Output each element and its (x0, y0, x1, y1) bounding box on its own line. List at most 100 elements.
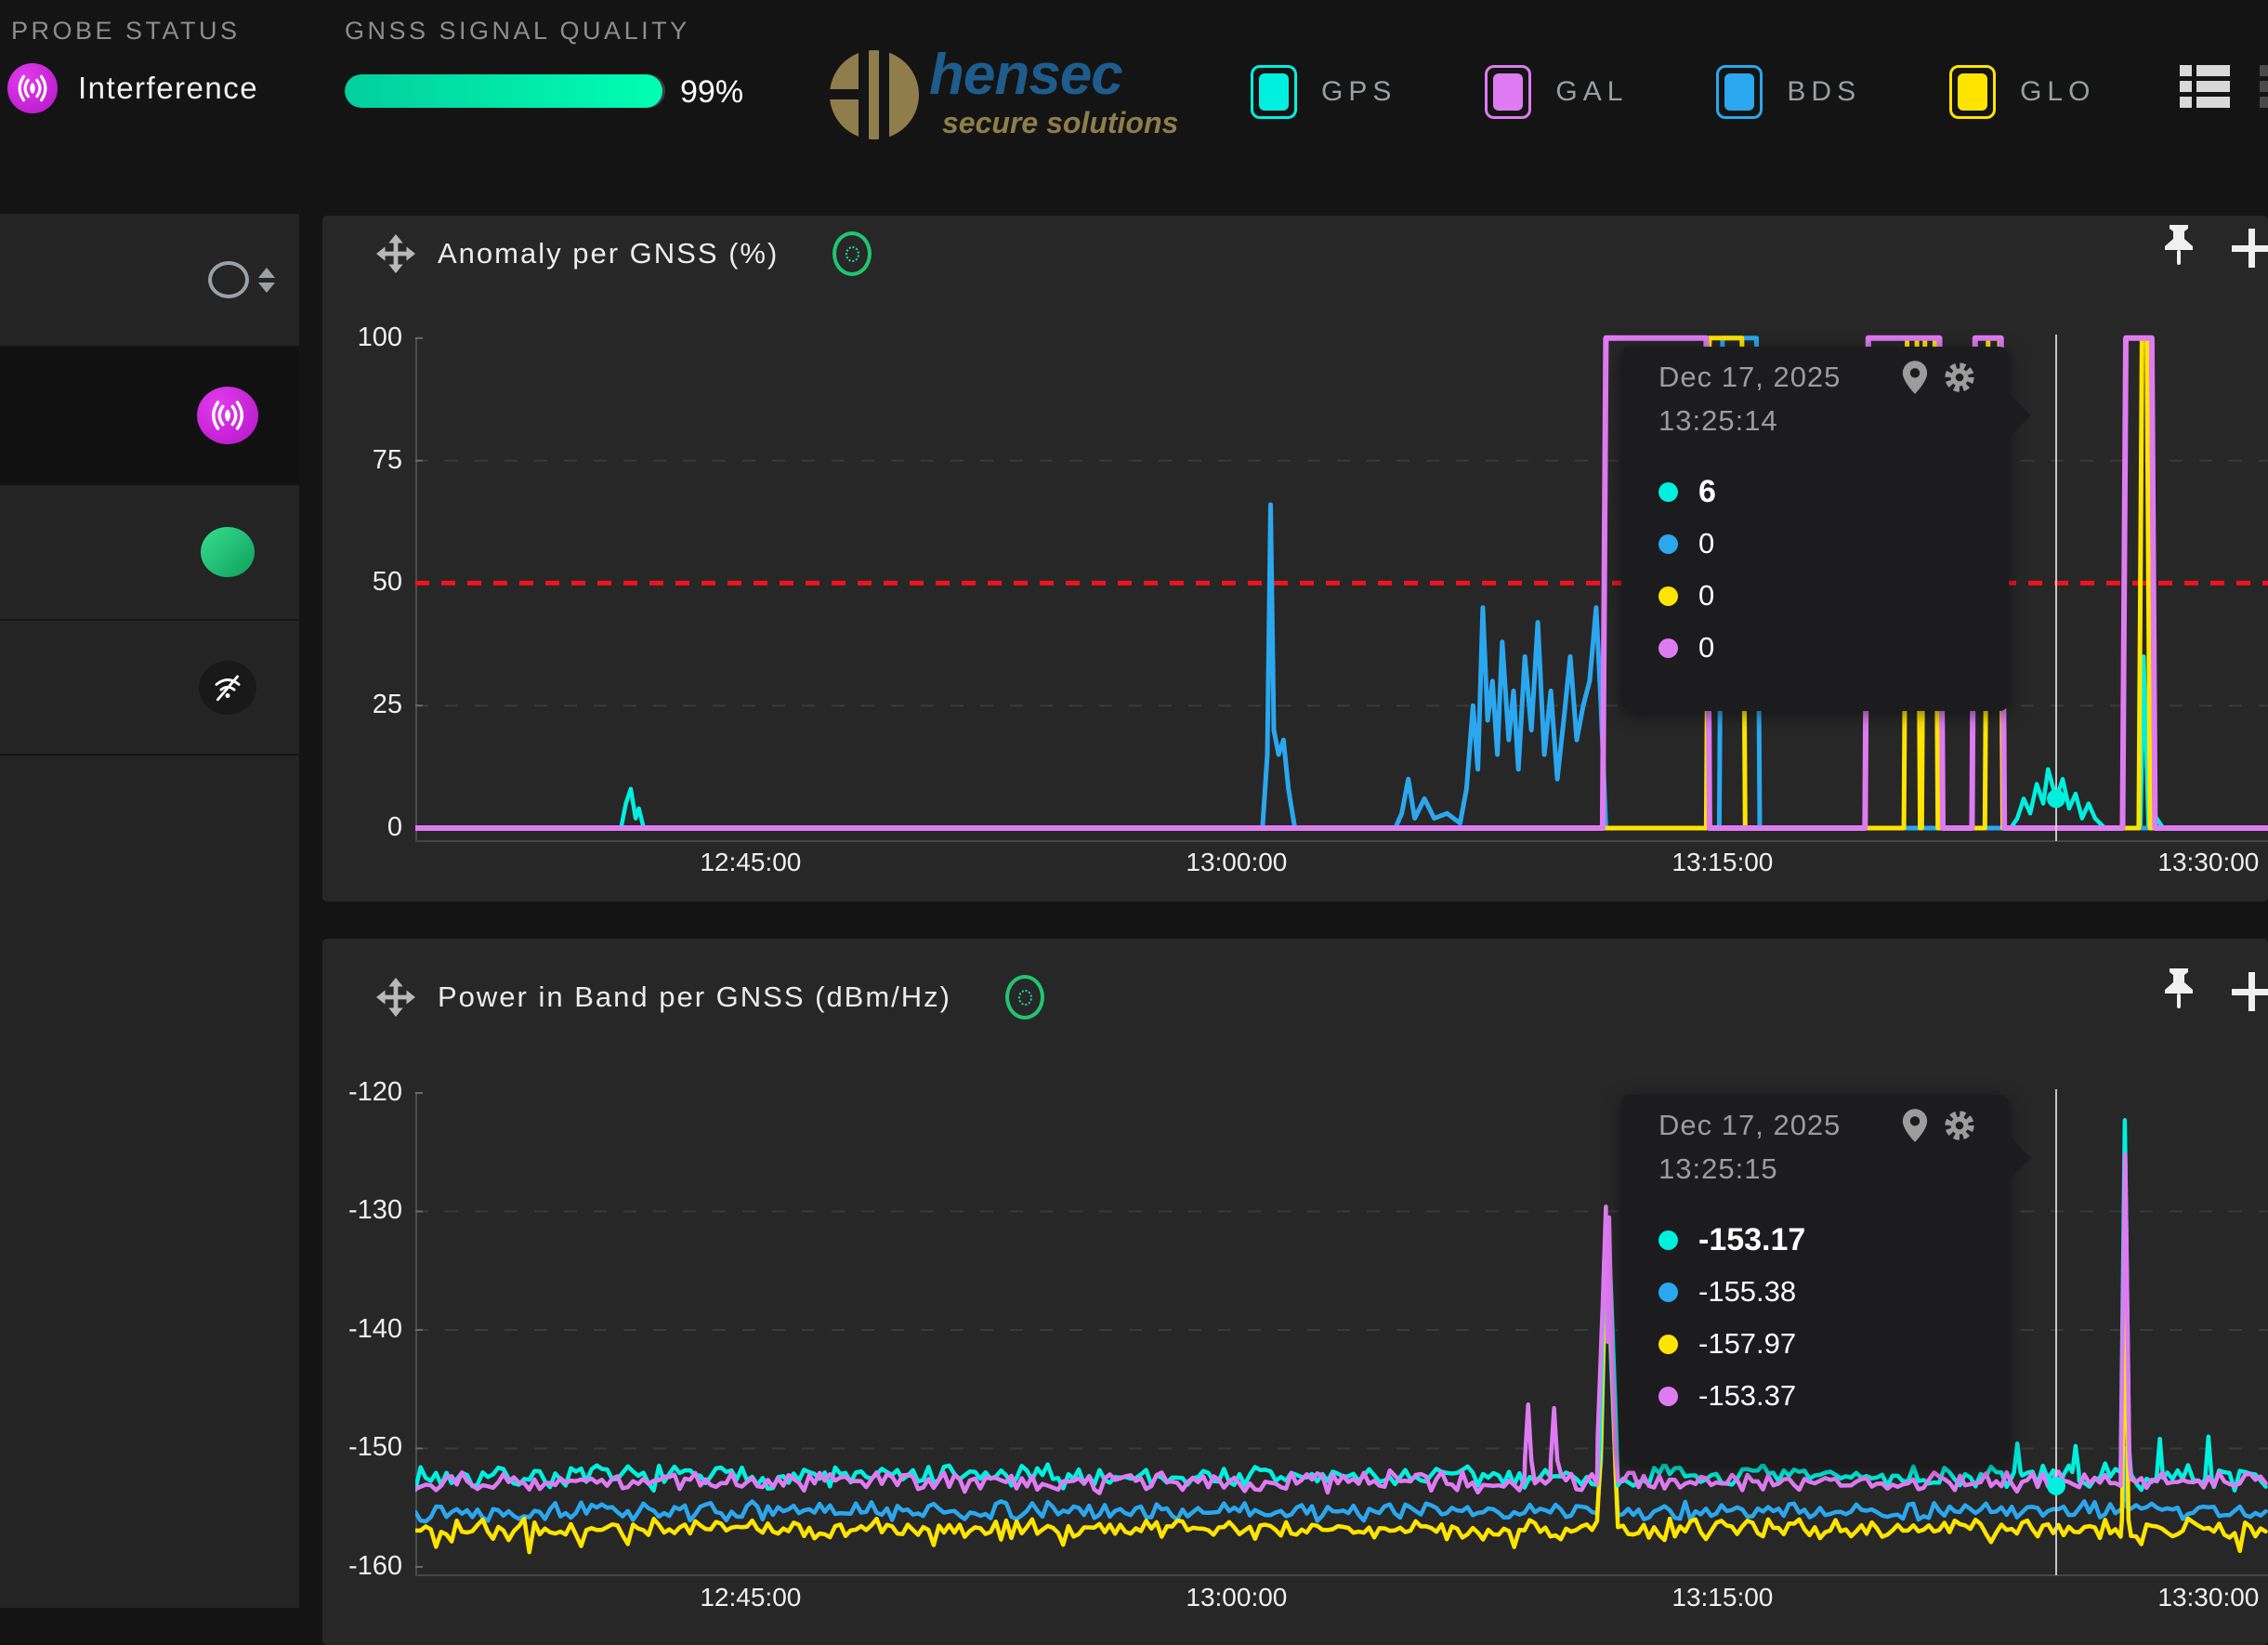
glo-dot-icon (1658, 586, 1678, 606)
tooltip-rows: -153.17 -155.38 -157.97 -153.37 (1658, 1214, 2009, 1422)
gear-icon[interactable] (1942, 360, 1977, 395)
legend-item-bds[interactable]: BDS (1716, 65, 1861, 119)
tooltip-date: Dec 17, 2025 (1658, 1109, 1901, 1142)
tooltip-value: -153.17 (1698, 1222, 1805, 1258)
panel-anomaly-title: Anomaly per GNSS (%) (438, 237, 779, 270)
signal-quality-bar (345, 74, 665, 108)
gps-chip-icon (1251, 65, 1297, 119)
sidebar-item-status-ok[interactable] (0, 483, 299, 619)
power-tooltip: Dec 17, 2025 13:25:15 -153.17 -155.38 -157… (1621, 1095, 2009, 1464)
tooltip-value: -153.37 (1698, 1379, 1796, 1413)
tooltip-row-gps: 6 (1658, 466, 2009, 518)
gnss-legend: GPS GAL BDS GLO (1251, 65, 2183, 119)
tooltip-row-gal: 0 (1658, 622, 2009, 674)
tooltip-time: 13:25:14 (1658, 404, 2009, 438)
tooltip-row-gps: -153.17 (1658, 1214, 2009, 1266)
y-tick--130: -130 (319, 1195, 402, 1226)
tooltip-row-bds: 0 (1658, 518, 2009, 570)
dashboard-list-icon[interactable] (2180, 63, 2230, 110)
glo-chip-icon (1949, 65, 1996, 119)
sidebar-item-interference[interactable] (0, 346, 299, 483)
y-tick-50: 50 (319, 567, 402, 598)
tooltip-value: 0 (1698, 527, 1714, 560)
x-tick-13:15:00: 13:15:00 (1648, 848, 1797, 877)
tooltip-row-glo: -157.97 (1658, 1318, 2009, 1370)
signal-quality-fill (345, 74, 662, 108)
green-status-icon (201, 527, 255, 577)
bds-dot-icon (1658, 1283, 1678, 1302)
gal-chip-icon (1485, 65, 1531, 119)
interference-icon (7, 63, 58, 113)
hover-marker (2047, 1477, 2065, 1495)
status-ring-icon[interactable] (1005, 975, 1044, 1020)
sidebar-item-jamming[interactable] (0, 619, 299, 754)
y-tick-25: 25 (319, 690, 402, 720)
x-tick-13:30:00: 13:30:00 (2134, 848, 2268, 877)
panel-power-title: Power in Band per GNSS (dBm/Hz) (438, 980, 951, 1014)
y-tick-75: 75 (319, 445, 402, 476)
tooltip-row-bds: -155.38 (1658, 1266, 2009, 1318)
y-tick--160: -160 (319, 1551, 402, 1582)
gal-dot-icon (1658, 1387, 1678, 1406)
interference-icon (197, 387, 258, 444)
signal-quality-percent: 99% (680, 74, 743, 111)
move-icon[interactable] (376, 234, 415, 273)
tooltip-row-gal: -153.37 (1658, 1370, 2009, 1422)
x-tick-12:45:00: 12:45:00 (676, 848, 825, 877)
gps-dot-icon (1658, 482, 1678, 502)
tooltip-value: -155.38 (1698, 1275, 1796, 1309)
tooltip-time: 13:25:15 (1658, 1152, 2009, 1186)
legend-item-glo[interactable]: GLO (1949, 65, 2095, 119)
location-pin-icon[interactable] (1901, 1108, 1929, 1143)
status-ring-icon[interactable] (832, 231, 872, 276)
probe-status: Interference (7, 63, 258, 113)
pin-icon[interactable] (2160, 967, 2197, 1015)
panel-anomaly-header: Anomaly per GNSS (%) (376, 226, 872, 282)
legend-item-gal[interactable]: GAL (1485, 65, 1628, 119)
gear-icon[interactable] (1942, 1108, 1977, 1143)
wifi-off-icon (199, 661, 256, 715)
add-icon[interactable] (2230, 227, 2268, 270)
move-icon[interactable] (376, 978, 415, 1017)
pin-icon[interactable] (2160, 223, 2197, 271)
probe-status-value: Interference (78, 71, 258, 106)
tooltip-notch (2007, 391, 2031, 440)
legend-label: GPS (1321, 76, 1396, 108)
x-tick-13:30:00: 13:30:00 (2134, 1583, 2268, 1612)
bds-chip-icon (1716, 65, 1763, 119)
logo-name: hensec (929, 46, 1178, 104)
tooltip-value: 0 (1698, 579, 1714, 612)
legend-label: BDS (1787, 76, 1861, 108)
probe-status-label: PROBE STATUS (11, 17, 241, 46)
signal-quality-label: GNSS SIGNAL QUALITY (345, 17, 690, 46)
location-pin-icon[interactable] (1901, 360, 1929, 395)
sidebar (0, 214, 299, 1608)
x-tick-13:00:00: 13:00:00 (1162, 1583, 1311, 1612)
gps-dot-icon (1658, 1230, 1678, 1250)
y-tick--140: -140 (319, 1314, 402, 1345)
bds-dot-icon (1658, 534, 1678, 554)
tooltip-value: 6 (1698, 474, 1716, 510)
add-icon[interactable] (2230, 970, 2268, 1013)
x-tick-13:15:00: 13:15:00 (1648, 1583, 1797, 1612)
probe-circle-icon (208, 261, 249, 298)
logo-tagline: secure solutions (942, 108, 1178, 138)
gal-dot-icon (1658, 638, 1678, 658)
tooltip-notch (2007, 1134, 2031, 1182)
hover-marker (2047, 789, 2065, 808)
sidebar-item-probe-selector[interactable] (0, 214, 299, 346)
legend-label: GLO (2020, 76, 2095, 108)
y-tick--120: -120 (319, 1077, 402, 1108)
x-tick-12:45:00: 12:45:00 (676, 1583, 825, 1612)
y-tick--150: -150 (319, 1432, 402, 1463)
sorter-carets-icon (258, 268, 275, 293)
legend-item-gps[interactable]: GPS (1251, 65, 1396, 119)
tooltip-date: Dec 17, 2025 (1658, 361, 1901, 394)
y-tick-100: 100 (319, 322, 402, 353)
clipped-edge-icon[interactable] (2260, 63, 2268, 110)
logo-mark-icon (823, 46, 925, 149)
panel-power-header: Power in Band per GNSS (dBm/Hz) (376, 969, 1044, 1025)
logo: hensec secure solutions (823, 46, 1178, 149)
tooltip-value: -157.97 (1698, 1327, 1796, 1361)
tooltip-rows: 6 0 0 0 (1658, 466, 2009, 674)
